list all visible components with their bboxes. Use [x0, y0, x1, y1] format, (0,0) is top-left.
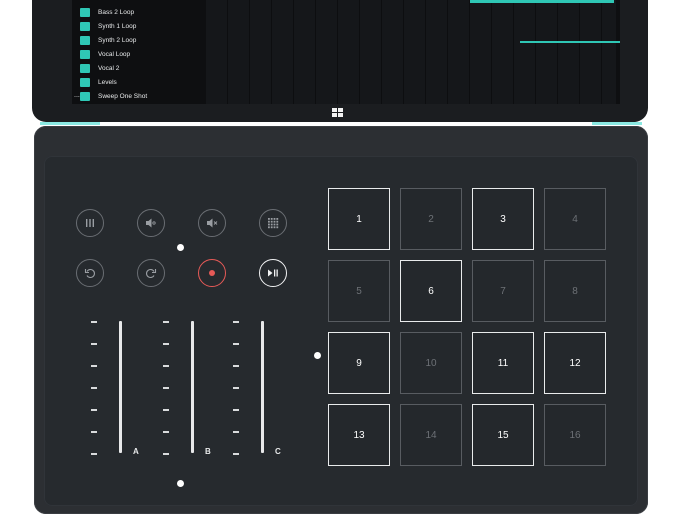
more-indicator: ...	[74, 92, 80, 99]
pad-7[interactable]: 7	[472, 260, 534, 322]
clip-bar	[520, 41, 620, 43]
fader-tick	[91, 409, 97, 411]
pad-grid-icon	[266, 216, 280, 230]
record-button[interactable]	[198, 259, 226, 287]
redo-icon	[144, 266, 158, 280]
pad-3[interactable]: 3	[472, 188, 534, 250]
track-row[interactable]: Vocal Loop	[80, 49, 130, 60]
fader-c[interactable]: C	[233, 321, 283, 461]
accent-light-left	[40, 122, 100, 125]
fader-track[interactable]	[191, 321, 194, 453]
accent-light-right	[592, 122, 642, 125]
pad-2[interactable]: 2	[400, 188, 462, 250]
track-row[interactable]: Synth 1 Loop	[80, 21, 136, 32]
track-list: Bass 2 Loop Synth 1 Loop Synth 2 Loop Vocal…	[74, 0, 200, 104]
indicator-dot-top	[177, 244, 184, 251]
fader-tick	[163, 431, 169, 433]
fader-tick	[163, 365, 169, 367]
sequencer-grid	[206, 0, 620, 104]
mute-button[interactable]	[198, 209, 226, 237]
pad-grid-button[interactable]	[259, 209, 287, 237]
mute-icon	[205, 216, 219, 230]
fader-tick	[91, 343, 97, 345]
app-screen: Bass 2 Loop Synth 1 Loop Synth 2 Loop Vocal…	[72, 0, 620, 104]
pad-12[interactable]: 12	[544, 332, 606, 394]
redo-button[interactable]	[137, 259, 165, 287]
fader-b[interactable]: B	[163, 321, 213, 461]
track-row[interactable]: Bass 2 Loop	[80, 7, 134, 18]
loops-button[interactable]	[76, 209, 104, 237]
track-color-chip	[80, 50, 90, 59]
indicator-dot-middle	[314, 352, 321, 359]
pad-13[interactable]: 13	[328, 404, 390, 466]
volume-button[interactable]	[137, 209, 165, 237]
track-name: Synth 1 Loop	[98, 23, 137, 30]
clip-bar-top	[470, 0, 614, 3]
tablet-screen-device: Bass 2 Loop Synth 1 Loop Synth 2 Loop Vocal…	[32, 0, 648, 122]
fader-tick	[163, 453, 169, 455]
track-color-chip	[80, 78, 90, 87]
track-row[interactable]: Vocal 2	[80, 63, 119, 74]
fader-track[interactable]	[261, 321, 264, 453]
pad-15[interactable]: 15	[472, 404, 534, 466]
track-color-chip	[80, 8, 90, 17]
pad-1[interactable]: 1	[328, 188, 390, 250]
track-row[interactable]: Sweep One Shot	[80, 91, 147, 102]
track-name: Sweep One Shot	[98, 93, 148, 100]
volume-icon	[144, 216, 158, 230]
fader-tick	[163, 321, 169, 323]
pad-9[interactable]: 9	[328, 332, 390, 394]
pad-16[interactable]: 16	[544, 404, 606, 466]
fader-tick	[233, 365, 239, 367]
fader-tick	[233, 453, 239, 455]
fader-a[interactable]: A	[91, 321, 141, 461]
fader-tick	[91, 387, 97, 389]
pad-14[interactable]: 14	[400, 404, 462, 466]
undo-button[interactable]	[76, 259, 104, 287]
fader-label: C	[275, 447, 281, 456]
fader-tick	[233, 431, 239, 433]
track-name: Levels	[98, 79, 117, 86]
fader-tick	[91, 365, 97, 367]
track-name: Vocal 2	[98, 65, 120, 72]
pad-5[interactable]: 5	[328, 260, 390, 322]
track-color-chip	[80, 22, 90, 31]
play-pause-icon	[266, 266, 280, 280]
track-name: Synth 2 Loop	[98, 37, 137, 44]
indicator-dot-bottom	[177, 480, 184, 487]
fader-tick	[91, 321, 97, 323]
record-icon	[205, 266, 219, 280]
fader-tick	[91, 453, 97, 455]
fader-tick	[163, 343, 169, 345]
fader-tick	[233, 409, 239, 411]
play-pause-button[interactable]	[259, 259, 287, 287]
pad-8[interactable]: 8	[544, 260, 606, 322]
track-color-chip	[80, 64, 90, 73]
fader-label: A	[133, 447, 139, 456]
fader-tick	[233, 321, 239, 323]
track-color-chip	[80, 36, 90, 45]
track-color-chip	[80, 92, 90, 101]
track-row[interactable]: Levels	[80, 77, 117, 88]
pad-6[interactable]: 6	[400, 260, 462, 322]
pad-4[interactable]: 4	[544, 188, 606, 250]
fader-tick	[163, 387, 169, 389]
pad-10[interactable]: 10	[400, 332, 462, 394]
undo-icon	[83, 266, 97, 280]
windows-logo-icon[interactable]	[332, 108, 344, 118]
fader-tick	[163, 409, 169, 411]
pad-11[interactable]: 11	[472, 332, 534, 394]
fader-track[interactable]	[119, 321, 122, 453]
track-name: Bass 2 Loop	[98, 9, 135, 16]
loops-icon	[83, 216, 97, 230]
track-name: Vocal Loop	[98, 51, 131, 58]
fader-tick	[233, 343, 239, 345]
track-row[interactable]: Synth 2 Loop	[80, 35, 136, 46]
fader-label: B	[205, 447, 211, 456]
fader-tick	[233, 387, 239, 389]
fader-tick	[91, 431, 97, 433]
